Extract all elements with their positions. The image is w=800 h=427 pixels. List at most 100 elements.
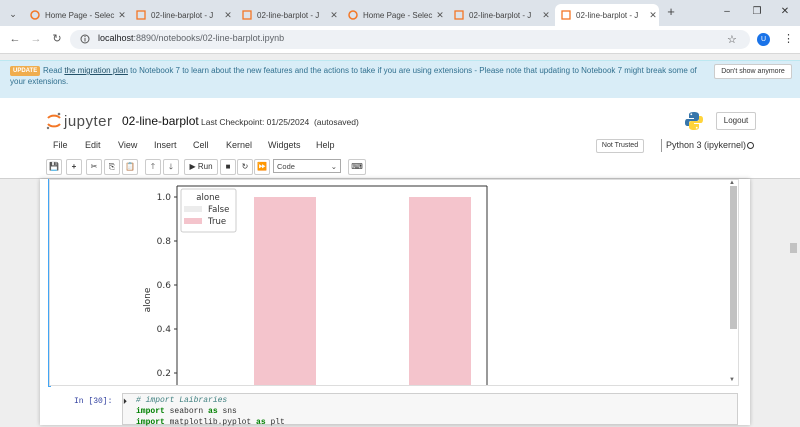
scroll-down-icon[interactable]: ▼ [729,377,735,383]
tab-title: 02-line-barplot - J [576,10,639,20]
run-button[interactable]: ▶ Run [184,159,218,175]
bar-chart: 1.0 0.8 0.6 0.4 0.2 alone alone False True [143,185,488,385]
menu-edit[interactable]: Edit [85,140,101,150]
command-palette-icon[interactable]: ⌨ [348,159,366,175]
output-area[interactable]: 1.0 0.8 0.6 0.4 0.2 alone alone False True [49,179,739,386]
code-line: import seaborn as sns [136,407,237,416]
run-icon: ▶ [189,162,196,171]
url-path: :8890/notebooks/02-line-barplot.ipynb [133,33,285,43]
more-menu-icon[interactable]: ⋮ [783,32,794,45]
close-icon[interactable]: ✕ [434,10,446,21]
minimize-icon[interactable]: – [716,4,738,20]
restart-icon[interactable]: ↻ [237,159,253,175]
restart-run-all-icon[interactable]: ⏩ [254,159,270,175]
code-keyword: import [136,418,165,427]
close-icon[interactable]: ✕ [540,10,552,21]
run-cell-icon[interactable]: ⏵ [123,397,127,407]
move-up-icon[interactable]: 🡑 [145,159,161,175]
legend-label: False [208,205,229,215]
jupyter-logo-icon[interactable] [46,112,62,132]
copy-icon[interactable]: ⎘ [104,159,120,175]
tab-title: 02-line-barplot - J [469,10,532,20]
save-icon[interactable]: 💾 [46,159,62,175]
jupyter-wordmark[interactable]: jupyter [64,113,113,130]
menu-insert[interactable]: Insert [154,140,177,150]
menu-cell[interactable]: Cell [193,140,209,150]
tab-title: 02-line-barplot - J [151,10,214,20]
menu-help[interactable]: Help [316,140,335,150]
trust-status-button[interactable]: Not Trusted [596,139,644,153]
move-down-icon[interactable]: 🡓 [163,159,179,175]
code-text: plt [265,418,285,427]
url-text[interactable]: localhost:8890/notebooks/02-line-barplot… [98,33,284,43]
legend-swatch [184,218,202,224]
url-host: localhost [98,33,134,43]
migration-plan-link[interactable]: the migration plan [64,66,128,75]
notebook-icon [136,10,146,20]
bar [254,197,316,385]
back-icon[interactable]: ← [8,32,22,46]
close-icon[interactable]: ✕ [222,10,234,21]
cell-type-select[interactable]: Code ⌄ [273,159,341,173]
jupyter-icon [30,10,40,20]
reload-icon[interactable]: ↻ [50,32,64,46]
code-line: import matplotlib.pyplot as plt [136,418,285,427]
kernel-idle-icon [747,142,754,149]
input-prompt: In [30]: [74,397,113,406]
kernel-name[interactable]: Python 3 (ipykernel) [666,140,746,150]
tab-title: 02-line-barplot - J [257,10,320,20]
y-tick-label: 0.8 [157,237,172,247]
paste-icon[interactable]: 📋 [122,159,138,175]
cut-icon[interactable]: ✂ [86,159,102,175]
menu-widgets[interactable]: Widgets [268,140,301,150]
notification-text: Read the migration plan to Notebook 7 to… [10,65,710,87]
forward-icon[interactable]: → [29,32,43,46]
notebook-icon [242,10,252,20]
close-icon[interactable]: ✕ [328,10,340,21]
bookmark-star-icon[interactable]: ☆ [727,33,737,46]
run-label: Run [197,162,213,171]
cell-type-value: Code [277,162,295,171]
page-scrollbar-thumb[interactable] [790,243,797,253]
browser-tab[interactable]: Home Page - Selec ✕ [24,4,128,26]
output-scrollbar-thumb[interactable] [730,186,737,329]
profile-avatar[interactable]: U [757,33,770,46]
python-logo-icon [684,111,704,133]
dont-show-anymore-button[interactable]: Don't show anymore [714,64,792,79]
code-text: seaborn [164,407,209,416]
restore-icon[interactable]: ❐ [746,4,768,20]
legend-swatch [184,206,202,212]
insert-cell-icon[interactable]: + [66,159,82,175]
notebook-icon [561,10,571,20]
browser-tab-active[interactable]: 02-line-barplot - J ✕ [555,4,659,26]
update-badge: UPDATE [10,66,41,76]
code-keyword: import [136,407,165,416]
close-icon[interactable]: ✕ [116,10,128,21]
code-keyword: as [256,418,266,427]
y-axis-label: alone [143,287,153,312]
y-tick-label: 0.2 [157,369,171,379]
window-close-icon[interactable]: ✕ [774,4,796,20]
menu-view[interactable]: View [118,140,137,150]
code-text: matplotlib.pyplot [164,418,257,427]
browser-tab[interactable]: 02-line-barplot - J ✕ [130,4,234,26]
notebook-name[interactable]: 02-line-barplot [122,114,199,128]
chevron-down-icon: ⌄ [330,162,337,171]
logout-button[interactable]: Logout [716,112,756,130]
stop-icon[interactable]: ■ [220,159,236,175]
tab-search-icon[interactable]: ⌄ [6,7,20,21]
close-icon[interactable]: ✕ [647,10,659,21]
jupyter-header [0,98,800,178]
bar [409,197,471,385]
menu-file[interactable]: File [53,140,68,150]
menu-kernel[interactable]: Kernel [226,140,252,150]
legend-label: True [207,217,226,227]
new-tab-button[interactable]: + [664,5,678,19]
checkpoint-text: Last Checkpoint: 01/25/2024 [201,117,310,127]
browser-tab[interactable]: Home Page - Selec ✕ [342,4,446,26]
code-comment: # import Laibraries [136,396,228,405]
site-info-icon[interactable] [80,34,90,44]
notebook-icon [454,10,464,20]
browser-tab[interactable]: 02-line-barplot - J ✕ [236,4,340,26]
browser-tab[interactable]: 02-line-barplot - J ✕ [448,4,552,26]
